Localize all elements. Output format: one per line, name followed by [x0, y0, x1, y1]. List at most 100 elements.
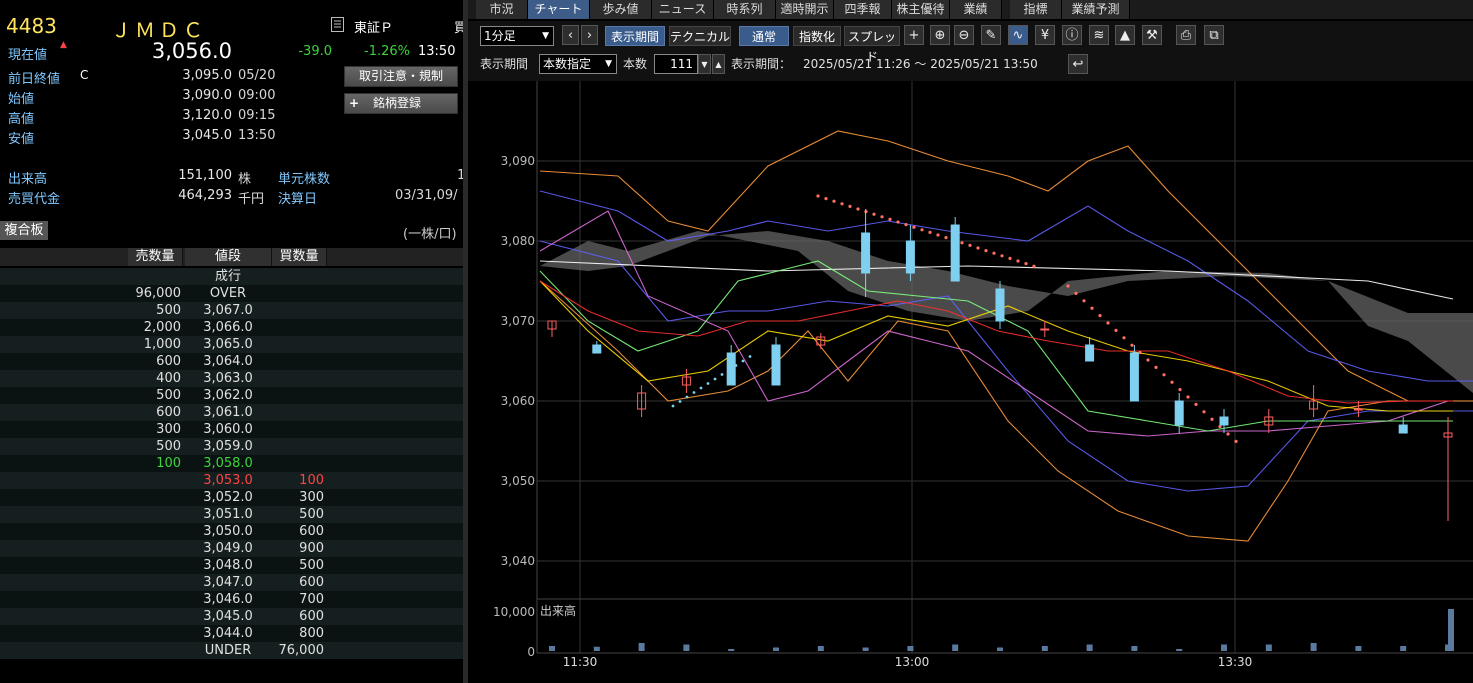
export-icon[interactable]: ⧉ [1204, 25, 1224, 45]
board-buy-cell: 800 [299, 626, 324, 641]
prev-close-value: 3,095.0 [182, 68, 232, 83]
candle-body [1219, 416, 1229, 426]
board-row[interactable]: 600 3,064.0 [0, 353, 463, 370]
board-row[interactable]: 96,000 OVER [0, 285, 463, 302]
technical-button[interactable]: テクニカル [669, 26, 731, 46]
board-row[interactable]: 500 3,062.0 [0, 387, 463, 404]
volume-label: 出来高 [8, 172, 48, 187]
tab-5[interactable]: 適時開示 [776, 0, 834, 19]
tab-10[interactable]: 業績予測 [1062, 0, 1130, 19]
sar-dot [1082, 299, 1086, 303]
board-row[interactable]: 400 3,063.0 [0, 370, 463, 387]
volume-bar [1265, 644, 1272, 651]
zoom-in-icon[interactable]: ⊕ [930, 25, 950, 45]
sar-dot [1114, 328, 1118, 332]
sar-dot [992, 251, 996, 255]
turnover-value: 464,293 [178, 188, 232, 203]
board-row[interactable]: 3,049.0 900 [0, 540, 463, 557]
low-time: 13:50 [238, 128, 276, 143]
area-chart-icon[interactable]: ▲ [1115, 25, 1135, 45]
count-up-icon[interactable]: ▲ [712, 54, 725, 74]
y-tick-label: 3,080 [501, 234, 535, 248]
board-header-sell: 売数量 [128, 248, 183, 266]
normal-button[interactable]: 通常 [739, 26, 789, 46]
market-buy-tab[interactable]: 買 [454, 17, 463, 36]
board-row[interactable]: 500 3,067.0 [0, 302, 463, 319]
board-row[interactable]: 300 3,060.0 [0, 421, 463, 438]
board-tab[interactable]: 複合板 [0, 221, 48, 240]
count-down-icon[interactable]: ▼ [698, 54, 711, 74]
tab-6[interactable]: 四季報 [834, 0, 892, 19]
tab-9[interactable]: 指標 [1010, 0, 1062, 19]
yen-icon[interactable]: ¥ [1035, 25, 1055, 45]
board-row[interactable]: 1,000 3,065.0 [0, 336, 463, 353]
board-row[interactable]: 3,052.0 300 [0, 489, 463, 506]
board-row[interactable]: 600 3,061.0 [0, 404, 463, 421]
prev-arrow-icon[interactable]: ‹ [562, 25, 579, 45]
board-price-cell: 3,063.0 [203, 371, 253, 386]
board-row[interactable]: 3,046.0 700 [0, 591, 463, 608]
interval-select[interactable]: 1分足 ▼ [480, 26, 554, 46]
market-label: 東証Ｐ [354, 21, 394, 36]
board-row[interactable]: 500 3,059.0 [0, 438, 463, 455]
board-sell-cell: 2,000 [143, 320, 181, 335]
crosshair-icon[interactable]: + [904, 25, 924, 45]
next-arrow-icon[interactable]: › [581, 25, 598, 45]
tab-7[interactable]: 株主優待 [892, 0, 950, 19]
sar-dot [816, 194, 820, 198]
board-row[interactable]: UNDER 76,000 [0, 642, 463, 659]
board-price-cell: 3,049.0 [203, 541, 253, 556]
board-row[interactable]: 3,050.0 600 [0, 523, 463, 540]
price-chart[interactable]: 出来高 10,000 0 3,090 3,080 3,070 3,060 3,050 3,04… [468, 81, 1473, 683]
period-button[interactable]: 表示期間 [605, 26, 665, 46]
board-row[interactable]: 3,051.0 500 [0, 506, 463, 523]
spread-button[interactable]: スプレッド [844, 26, 900, 64]
board-row[interactable]: 3,053.0 100 [0, 472, 463, 489]
sar-dot [720, 373, 724, 376]
info-icon[interactable]: ⓘ [1062, 25, 1082, 45]
count-input[interactable]: 111 [654, 54, 698, 74]
board-row[interactable]: 3,048.0 500 [0, 557, 463, 574]
trade-notice-button[interactable]: 取引注意・規制 [344, 66, 458, 87]
tab-1[interactable]: チャート [528, 0, 590, 19]
tab-2[interactable]: 歩み値 [590, 0, 652, 19]
tab-0[interactable]: 市況 [476, 0, 528, 19]
print-icon[interactable]: ⎙ [1176, 25, 1196, 45]
board-sell-cell: 400 [156, 371, 181, 386]
wrench-icon[interactable]: ⚒ [1142, 25, 1162, 45]
sar-dot [692, 391, 696, 394]
zoom-out-icon[interactable]: ⊖ [954, 25, 974, 45]
board-row[interactable]: 2,000 3,066.0 [0, 319, 463, 336]
board-row[interactable]: 100 3,058.0 [0, 455, 463, 472]
sar-dot [1008, 256, 1012, 260]
moving-average-icon[interactable]: ≋ [1089, 25, 1109, 45]
document-icon[interactable] [331, 17, 344, 32]
index-button[interactable]: 指数化 [793, 26, 841, 46]
tab-4[interactable]: 時系列 [714, 0, 776, 19]
period-label: 表示期間 [480, 57, 529, 71]
chart-toolbar: 1分足 ▼ ‹ › 表示期間 テクニカル 通常 指数化 スプレッド + ⊕ ⊖ ✎ ∿ ¥… [468, 21, 1473, 81]
register-button[interactable]: + 銘柄登録 [344, 93, 458, 114]
tab-3[interactable]: ニュース [652, 0, 714, 19]
sar-dot [1154, 365, 1158, 369]
sar-dot [936, 233, 940, 237]
open-value: 3,090.0 [182, 88, 232, 103]
period-mode-select[interactable]: 本数指定 ▼ [539, 54, 617, 74]
candle-body [1040, 328, 1050, 331]
board-row[interactable]: 成行 [0, 268, 463, 285]
board-price-cell: UNDER [204, 643, 252, 658]
board-row[interactable]: 3,047.0 600 [0, 574, 463, 591]
sar-dot [880, 215, 884, 219]
chart-type-icon[interactable]: ∿ [1008, 25, 1028, 45]
board-buy-cell: 300 [299, 490, 324, 505]
sar-dot [888, 217, 892, 221]
tab-8[interactable]: 業績 [950, 0, 1002, 19]
volume-bar [1131, 646, 1138, 651]
high-label: 高値 [8, 112, 35, 127]
board-row[interactable]: 3,045.0 600 [0, 608, 463, 625]
board-row[interactable]: 3,044.0 800 [0, 625, 463, 642]
sar-dot [912, 225, 916, 229]
return-icon[interactable]: ↩ [1068, 54, 1088, 74]
up-arrow-icon: ▲ [60, 40, 67, 50]
pencil-icon[interactable]: ✎ [981, 25, 1001, 45]
